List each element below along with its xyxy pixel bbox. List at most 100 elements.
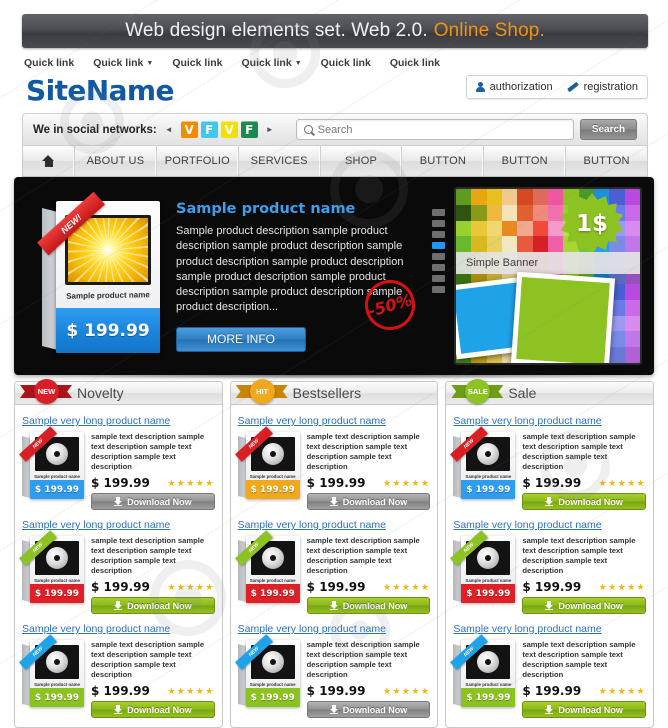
product-info: sample text description sample text desc…	[306, 432, 431, 510]
product-description: sample text description sample text desc…	[522, 536, 636, 575]
user-icon	[475, 81, 485, 93]
column-badge: HIT	[235, 379, 288, 407]
rating-stars: ★★★★★	[598, 685, 647, 696]
nav-item-home[interactable]	[23, 146, 75, 176]
product-name-link[interactable]: Sample very long product name	[238, 519, 431, 531]
product-name-link[interactable]: Sample very long product name	[238, 623, 431, 635]
disc-icon	[46, 547, 68, 569]
box-caption: Sample product name	[465, 578, 512, 583]
product-box-thumbnail: Sample product name $ 199.99 NEW	[234, 426, 300, 499]
product-description: sample text description sample text desc…	[522, 640, 636, 679]
download-now-button[interactable]: Download Now	[91, 597, 215, 614]
social-icon-1[interactable]: F	[200, 121, 218, 138]
social-icon-0[interactable]: V	[180, 121, 198, 138]
box-caption: Sample product name	[66, 290, 150, 301]
search-button[interactable]: Search	[580, 119, 637, 140]
product-name-link[interactable]: Sample very long product name	[453, 623, 646, 635]
download-now-button[interactable]: Download Now	[522, 701, 647, 718]
download-now-button[interactable]: Download Now	[91, 493, 215, 510]
chevron-down-icon: ▼	[294, 59, 302, 67]
box-caption: Sample product name	[465, 474, 512, 479]
download-now-button[interactable]: Download Now	[306, 597, 431, 614]
quick-link-2[interactable]: Quick link	[172, 57, 222, 69]
product-description: sample text description sample text desc…	[306, 432, 420, 471]
product-item: Sample very long product name Sample pro…	[450, 515, 647, 614]
box-caption: Sample product name	[249, 578, 296, 583]
download-now-button[interactable]: Download Now	[522, 493, 647, 510]
quick-link-0[interactable]: Quick link	[24, 57, 74, 69]
photo-frame-green	[510, 271, 616, 363]
product-price: $ 199.99	[91, 684, 150, 698]
main-navigation: ABOUT US PORTFOLIO SERVICES SHOP BUTTON …	[22, 146, 648, 177]
quick-link-1[interactable]: Quick link ▼	[93, 57, 153, 69]
product-name-link[interactable]: Sample very long product name	[22, 623, 215, 635]
nav-item-button[interactable]: BUTTON	[484, 146, 567, 176]
slider-dot-2[interactable]	[432, 231, 445, 238]
nav-item-shop[interactable]: SHOP	[321, 146, 403, 176]
slider-dot-0[interactable]	[432, 209, 445, 216]
slider-dot-5[interactable]	[432, 264, 445, 271]
quick-link-5[interactable]: Quick link	[390, 57, 440, 69]
product-name-link[interactable]: Sample very long product name	[453, 519, 646, 531]
search-field[interactable]	[295, 119, 574, 140]
banner-title-main: Web design elements set. Web 2.0.	[125, 20, 428, 41]
column-body: Sample very long product name Sample pro…	[14, 405, 223, 728]
product-info: sample text description sample text desc…	[91, 640, 215, 718]
download-now-button[interactable]: Download Now	[306, 493, 431, 510]
product-name-link[interactable]: Sample very long product name	[238, 415, 431, 427]
disc-icon	[477, 443, 500, 465]
nav-item-about-us[interactable]: ABOUT US	[75, 146, 157, 176]
box-caption: Sample product name	[465, 682, 512, 687]
simple-banner[interactable]: 1$ Simple Banner	[454, 187, 642, 365]
download-now-button[interactable]: Download Now	[91, 701, 215, 718]
download-button-label: Download Now	[558, 704, 623, 715]
product-name-link[interactable]: Sample very long product name	[22, 415, 215, 427]
product-column-novelty: NEW Novelty Sample very long product nam…	[14, 379, 223, 728]
rating-stars: ★★★★★	[598, 477, 647, 488]
social-next-arrow[interactable]: ►	[266, 125, 274, 134]
quick-link-label: Quick link	[93, 57, 144, 69]
quick-link-3[interactable]: Quick link ▼	[242, 57, 302, 69]
nav-item-button[interactable]: BUTTON	[402, 146, 485, 176]
product-name-link[interactable]: Sample very long product name	[453, 415, 646, 427]
download-now-button[interactable]: Download Now	[522, 597, 647, 614]
price-rating-row: $ 199.99 ★★★★★	[522, 684, 646, 698]
box-price: $ 199.99	[245, 688, 300, 707]
social-icon-2[interactable]: V	[220, 121, 238, 138]
authorization-button[interactable]: authorization	[475, 81, 553, 93]
product-item: Sample very long product name Sample pro…	[19, 411, 215, 510]
search-input[interactable]	[317, 123, 566, 136]
quick-links-bar: Quick link Quick link ▼ Quick link Quick…	[24, 54, 644, 72]
slider-dot-3[interactable]	[432, 242, 445, 249]
column-badge: NEW	[20, 379, 72, 407]
download-icon	[329, 601, 338, 610]
quick-link-4[interactable]: Quick link	[321, 57, 371, 69]
slider-dot-1[interactable]	[432, 220, 445, 227]
banner-label: Simple Banner	[456, 252, 640, 274]
slider-dot-7[interactable]	[432, 286, 445, 293]
social-prev-arrow[interactable]: ◄	[165, 125, 173, 134]
home-icon	[42, 155, 55, 167]
more-info-button[interactable]: MORE INFO	[176, 326, 306, 352]
column-title: Bestsellers	[292, 385, 362, 401]
product-info: sample text description sample text desc…	[522, 432, 647, 510]
slider-dot-4[interactable]	[432, 253, 445, 260]
nav-item-portfolio[interactable]: PORTFOLIO	[157, 146, 239, 176]
product-info: sample text description sample text desc…	[306, 536, 431, 614]
disc-icon	[261, 547, 284, 569]
product-item: Sample very long product name Sample pro…	[450, 411, 647, 510]
slider-dot-6[interactable]	[432, 275, 445, 282]
column-body: Sample very long product name Sample pro…	[229, 405, 439, 728]
nav-item-label: SERVICES	[250, 155, 308, 167]
nav-item-services[interactable]: SERVICES	[239, 146, 321, 176]
download-now-button[interactable]: Download Now	[306, 701, 431, 718]
product-name-link[interactable]: Sample very long product name	[22, 519, 215, 531]
product-info: sample text description sample text desc…	[91, 432, 215, 510]
site-logo[interactable]: SiteName	[26, 74, 174, 107]
social-search-strip: We in social networks: ◄ VFVF ► Search	[22, 113, 648, 146]
social-icon-3[interactable]: F	[240, 121, 258, 138]
nav-item-button[interactable]: BUTTON	[566, 146, 647, 176]
nav-item-label: ABOUT US	[86, 155, 145, 167]
disc-icon	[477, 651, 500, 673]
registration-button[interactable]: registration	[567, 81, 638, 93]
